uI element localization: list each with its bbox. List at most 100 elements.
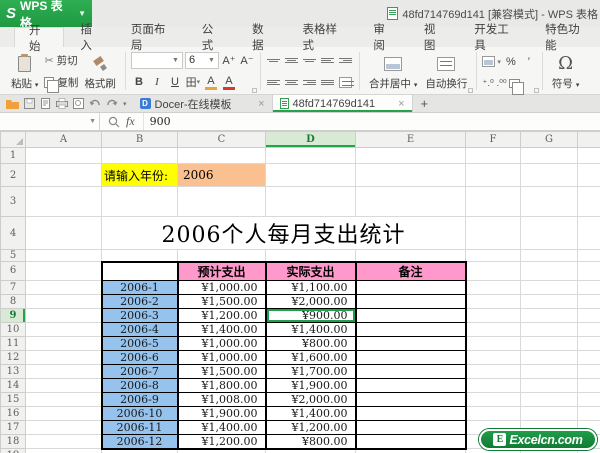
cell-format-icon[interactable] bbox=[508, 79, 524, 95]
cell-E5[interactable] bbox=[355, 249, 466, 262]
row-header-8[interactable]: 8 bbox=[0, 293, 26, 309]
menu-tab-插入[interactable]: 插入 bbox=[66, 24, 114, 52]
month-cell-2006-12[interactable]: 2006-12 bbox=[100, 433, 179, 450]
cell-C13[interactable]: ¥1,500.00 bbox=[176, 363, 267, 379]
merge-center-button[interactable]: 合并居中 ▾ bbox=[365, 49, 421, 93]
open-folder-icon[interactable] bbox=[6, 98, 19, 109]
cell-C14[interactable]: ¥1,800.00 bbox=[176, 377, 267, 393]
cell-H7[interactable] bbox=[577, 279, 600, 295]
cell-C9[interactable]: ¥1,200.00 bbox=[176, 307, 267, 323]
cell-F12[interactable] bbox=[465, 349, 521, 365]
cell-D15[interactable]: ¥2,000.00 bbox=[264, 391, 357, 407]
cell-G3[interactable] bbox=[520, 186, 578, 217]
cell-E13[interactable] bbox=[354, 363, 467, 379]
cell-A8[interactable] bbox=[25, 293, 102, 309]
column-header-C[interactable]: C bbox=[177, 131, 266, 148]
column-header-B[interactable]: B bbox=[101, 131, 178, 148]
cell-H15[interactable] bbox=[577, 391, 600, 407]
row-header-5[interactable]: 5 bbox=[0, 249, 26, 262]
cell-D7[interactable]: ¥1,100.00 bbox=[264, 279, 357, 295]
note-header-cell[interactable]: 备注 bbox=[354, 260, 467, 281]
cell-G7[interactable] bbox=[520, 279, 578, 295]
menu-tab-公式[interactable]: 公式 bbox=[188, 24, 236, 52]
row-header-16[interactable]: 16 bbox=[0, 405, 26, 421]
cell-C15[interactable]: ¥1,008.00 bbox=[176, 391, 267, 407]
menu-tab-特色功能[interactable]: 特色功能 bbox=[531, 24, 600, 52]
planned-header-cell[interactable]: 预计支出 bbox=[176, 260, 267, 281]
cell-G14[interactable] bbox=[520, 377, 578, 393]
grow-font-button[interactable]: A⁺ bbox=[221, 52, 237, 69]
name-box[interactable]: ▼ bbox=[0, 113, 100, 130]
row-header-1[interactable]: 1 bbox=[0, 147, 26, 164]
column-header-partial[interactable] bbox=[577, 131, 600, 148]
column-header-F[interactable]: F bbox=[465, 131, 521, 148]
cell-A6[interactable] bbox=[25, 261, 102, 281]
menu-tab-开始[interactable]: 开始 bbox=[14, 25, 65, 53]
undo-icon[interactable] bbox=[89, 98, 101, 109]
cell-F10[interactable] bbox=[465, 321, 521, 337]
cell-H1[interactable] bbox=[577, 147, 600, 164]
cell-G2[interactable] bbox=[520, 163, 578, 187]
cell-E8[interactable] bbox=[354, 293, 467, 309]
font-dialog-launcher[interactable] bbox=[251, 88, 257, 93]
align-right-button[interactable] bbox=[302, 74, 318, 91]
cell-G11[interactable] bbox=[520, 335, 578, 351]
cell-E19[interactable] bbox=[355, 448, 466, 453]
month-cell-2006-6[interactable]: 2006-6 bbox=[100, 349, 179, 365]
document-tab-Docer-在线模板[interactable]: D Docer-在线模板 × bbox=[133, 95, 273, 112]
underline-button[interactable]: U bbox=[167, 74, 183, 91]
month-cell-2006-5[interactable]: 2006-5 bbox=[100, 335, 179, 351]
row-header-12[interactable]: 12 bbox=[0, 349, 26, 365]
column-header-A[interactable]: A bbox=[25, 131, 102, 148]
cell-C5[interactable] bbox=[177, 249, 266, 262]
print-preview-icon[interactable] bbox=[73, 98, 84, 109]
row-header-14[interactable]: 14 bbox=[0, 377, 26, 393]
sheet-title-cell[interactable]: 2006个人每月支出统计 bbox=[101, 216, 466, 250]
cell-H16[interactable] bbox=[577, 405, 600, 421]
cell-G9[interactable] bbox=[520, 307, 578, 323]
cell-B3[interactable] bbox=[101, 186, 178, 217]
formula-input[interactable]: 900 bbox=[144, 113, 177, 130]
cell-E7[interactable] bbox=[354, 279, 467, 295]
cell-B6[interactable] bbox=[100, 260, 179, 281]
cell-A15[interactable] bbox=[25, 391, 102, 407]
menu-tab-数据[interactable]: 数据 bbox=[238, 24, 286, 52]
italic-button[interactable]: I bbox=[149, 74, 165, 91]
cell-A3[interactable] bbox=[25, 186, 102, 217]
cell-C3[interactable] bbox=[177, 186, 266, 217]
decrease-indent-button[interactable] bbox=[320, 52, 336, 69]
cell-D13[interactable]: ¥1,700.00 bbox=[264, 363, 357, 379]
cell-H14[interactable] bbox=[577, 377, 600, 393]
cell-C10[interactable]: ¥1,400.00 bbox=[176, 321, 267, 337]
cell-F14[interactable] bbox=[465, 377, 521, 393]
cell-D19[interactable] bbox=[265, 448, 356, 453]
cell-C12[interactable]: ¥1,000.00 bbox=[176, 349, 267, 365]
document-tab-48fd714769d141[interactable]: 48fd714769d141 × bbox=[272, 95, 413, 112]
cell-C19[interactable] bbox=[177, 448, 266, 453]
distribute-button[interactable] bbox=[338, 74, 355, 91]
number-dialog-launcher[interactable] bbox=[533, 88, 539, 93]
cell-B5[interactable] bbox=[101, 249, 178, 262]
redo-icon[interactable] bbox=[106, 98, 118, 109]
close-tab-icon[interactable]: × bbox=[258, 98, 264, 110]
bold-button[interactable]: B bbox=[131, 74, 147, 91]
align-center-button[interactable] bbox=[284, 74, 300, 91]
insert-function-button[interactable]: fx bbox=[126, 114, 135, 129]
row-header-17[interactable]: 17 bbox=[0, 419, 26, 435]
selected-cell-D9[interactable]: ¥900.00 bbox=[264, 307, 357, 323]
cell-G16[interactable] bbox=[520, 405, 578, 421]
cell-A16[interactable] bbox=[25, 405, 102, 421]
more-commands-dropdown-icon[interactable]: ▾ bbox=[123, 100, 127, 108]
cell-D3[interactable] bbox=[265, 186, 356, 217]
cell-G1[interactable] bbox=[520, 147, 578, 164]
cell-B1[interactable] bbox=[101, 147, 178, 164]
cell-F15[interactable] bbox=[465, 391, 521, 407]
menu-tab-表格样式[interactable]: 表格样式 bbox=[289, 24, 358, 52]
font-color-button[interactable]: A bbox=[221, 74, 237, 91]
cell-C8[interactable]: ¥1,500.00 bbox=[176, 293, 267, 309]
cell-F6[interactable] bbox=[465, 261, 521, 281]
alignment-dialog-launcher[interactable] bbox=[468, 88, 474, 93]
cell-A11[interactable] bbox=[25, 335, 102, 351]
justify-button[interactable] bbox=[320, 74, 336, 91]
cell-F2[interactable] bbox=[465, 163, 521, 187]
